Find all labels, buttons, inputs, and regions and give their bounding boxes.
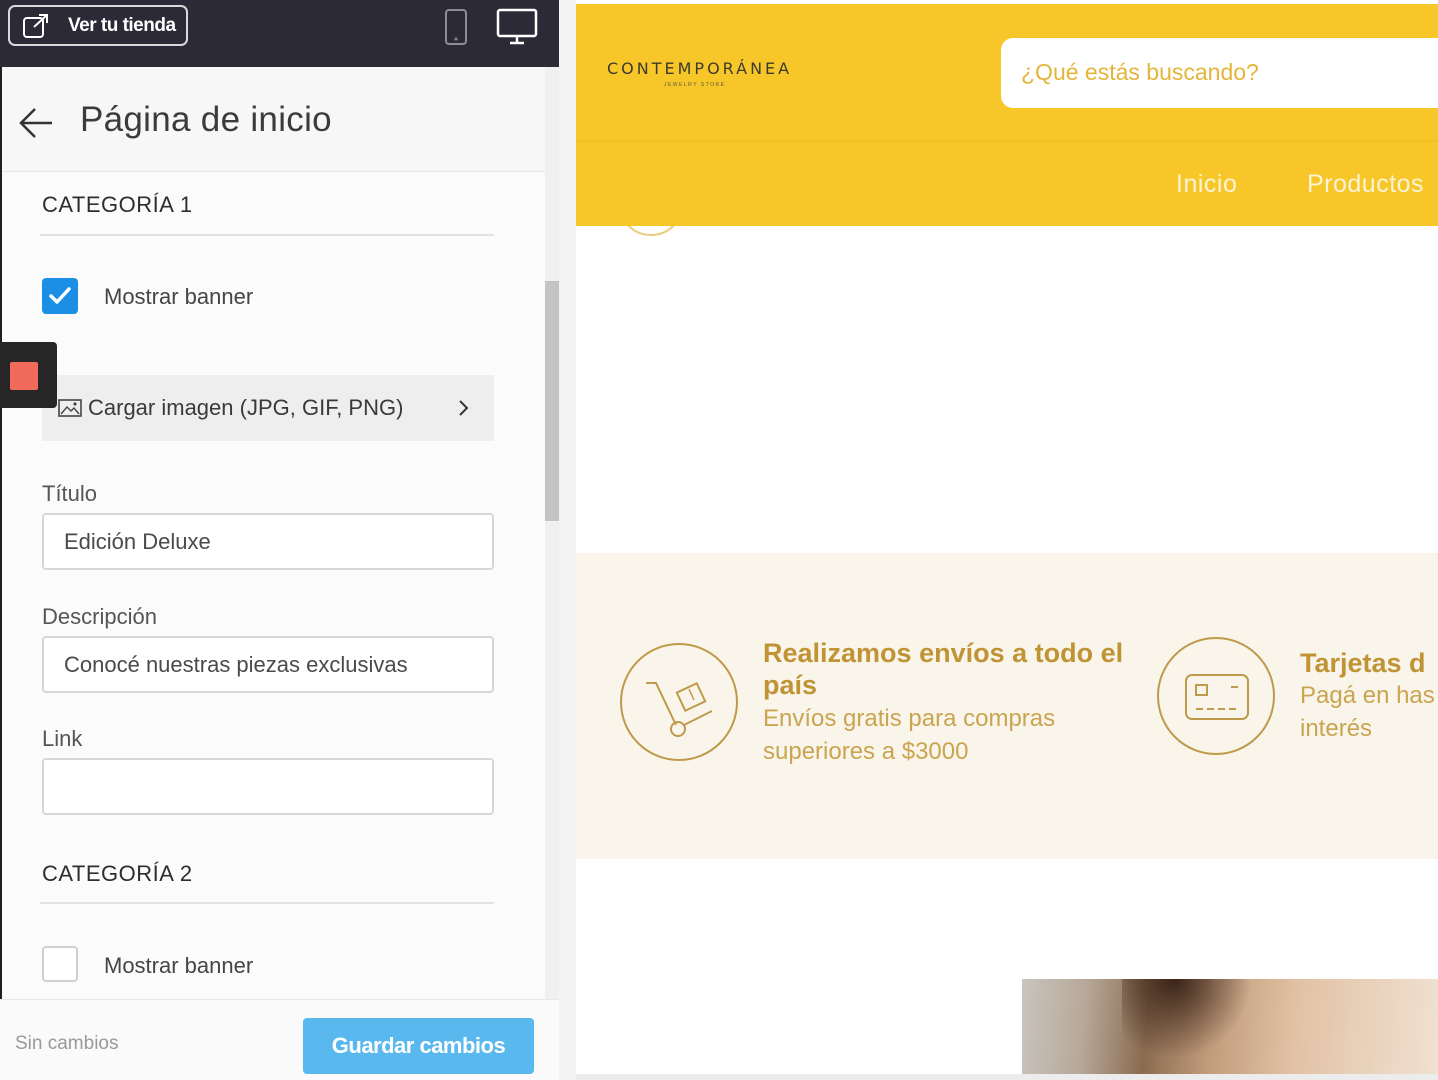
arrow-left-icon	[19, 108, 52, 138]
link-field-label: Link	[42, 726, 83, 751]
feature-2-title: Tarjetas d	[1300, 648, 1426, 678]
nav-item-inicio[interactable]: Inicio	[1176, 170, 1237, 199]
features-band: Realizamos envíos a todo el país Envíos …	[576, 553, 1438, 859]
image-icon	[58, 399, 82, 417]
settings-panel: Página de inicio CATEGORÍA 1 Mostrar ban…	[0, 67, 559, 999]
store-preview: CONTEMPORÁNEA JEWELRY STORE ¿Qué estás b…	[576, 0, 1438, 1080]
panel-header: Página de inicio	[2, 67, 545, 172]
show-banner-checkbox-1[interactable]	[42, 278, 78, 314]
preview-gutter	[559, 0, 576, 1080]
shipping-badge	[620, 643, 738, 761]
category-2-title: CATEGORÍA 2	[42, 861, 193, 886]
scrollbar-track[interactable]	[545, 67, 559, 999]
chevron-right-icon	[459, 400, 469, 416]
cards-badge	[1157, 637, 1275, 755]
view-store-button[interactable]: Ver tu tienda	[8, 5, 188, 46]
show-banner-label-2: Mostrar banner	[104, 953, 254, 978]
divider	[40, 902, 494, 904]
save-changes-button[interactable]: Guardar cambios	[303, 1018, 534, 1074]
page-title: Página de inicio	[80, 100, 332, 139]
save-status: Sin cambios	[15, 1033, 119, 1054]
show-banner-label-1: Mostrar banner	[104, 284, 254, 309]
store-logo[interactable]: CONTEMPORÁNEA	[607, 59, 792, 78]
category-1-title: CATEGORÍA 1	[42, 192, 193, 217]
checkmark-icon	[49, 287, 71, 304]
divider	[40, 234, 494, 236]
banner-image-detail	[1122, 979, 1252, 1059]
store-logo-subtitle: JEWELRY STORE	[664, 82, 726, 88]
description-field-label: Descripción	[42, 604, 157, 629]
editor-topbar: Ver tu tienda	[0, 0, 559, 67]
feature-2-text: Pagá en has interés	[1300, 682, 1435, 742]
hand-truck-icon	[646, 681, 713, 737]
back-button[interactable]	[18, 105, 54, 146]
feature-1-text: Envíos gratis para compras superiores a …	[763, 705, 1056, 765]
desktop-view-button[interactable]	[496, 8, 538, 51]
preview-bottom-edge	[576, 1074, 1438, 1080]
store-header: CONTEMPORÁNEA JEWELRY STORE ¿Qué estás b…	[576, 4, 1438, 226]
link-field[interactable]	[42, 758, 494, 815]
upload-image-label: Cargar imagen (JPG, GIF, PNG)	[88, 395, 404, 420]
panel-footer: Sin cambios Guardar cambios	[0, 999, 559, 1080]
mobile-view-button[interactable]	[444, 8, 468, 51]
title-field[interactable]: Edición Deluxe	[42, 513, 494, 570]
store-search-input[interactable]: ¿Qué estás buscando?	[1001, 38, 1438, 108]
show-banner-checkbox-2[interactable]	[42, 946, 78, 982]
recording-indicator[interactable]	[0, 342, 57, 408]
description-field[interactable]: Conocé nuestras piezas exclusivas	[42, 636, 494, 693]
view-store-label: Ver tu tienda	[68, 14, 176, 36]
scrollbar-thumb[interactable]	[545, 281, 559, 521]
nav-item-productos[interactable]: Productos	[1307, 170, 1424, 199]
desktop-icon	[496, 8, 538, 45]
feature-1-title: Realizamos envíos a todo el país	[763, 638, 1124, 700]
external-link-icon	[23, 13, 48, 38]
stop-icon	[10, 362, 38, 390]
credit-card-icon	[1185, 674, 1249, 720]
title-field-label: Título	[42, 481, 98, 506]
upload-image-button[interactable]: Cargar imagen (JPG, GIF, PNG)	[42, 375, 494, 441]
phone-icon	[445, 9, 467, 45]
header-divider	[576, 140, 1438, 142]
